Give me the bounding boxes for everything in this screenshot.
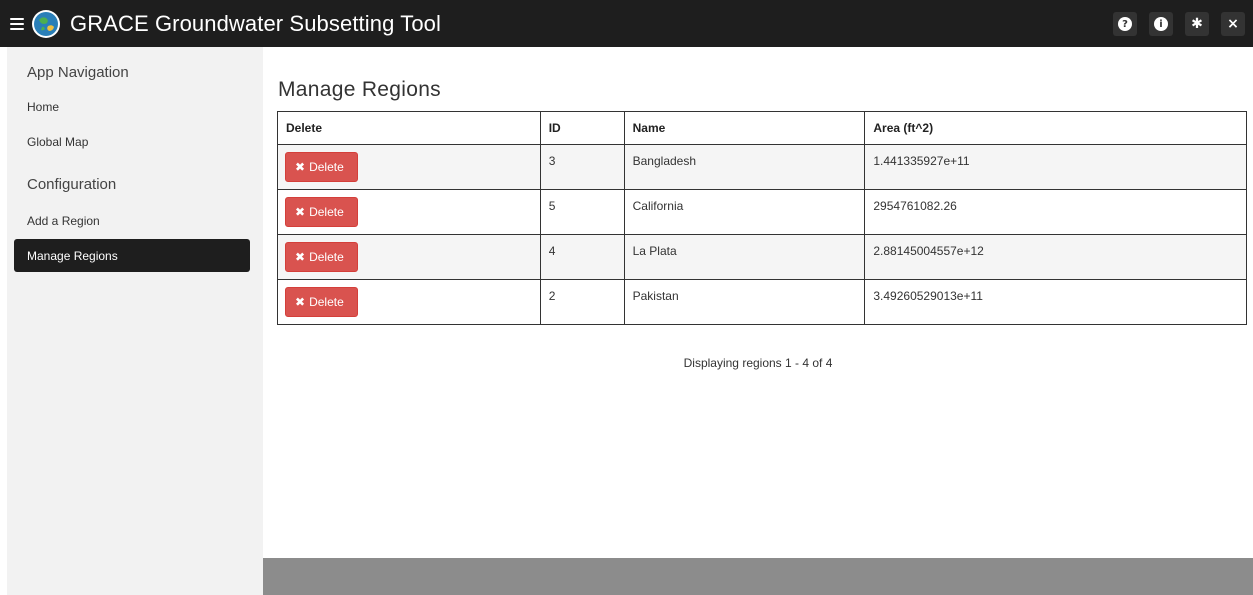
nav-header-configuration: Configuration [27, 176, 117, 193]
delete-cell: ✖ Delete [277, 189, 541, 235]
delete-button[interactable]: ✖ Delete [285, 242, 358, 272]
delete-button-label: Delete [309, 205, 344, 219]
delete-button-label: Delete [309, 295, 344, 309]
delete-button-label: Delete [309, 160, 344, 174]
app-logo-icon [32, 9, 60, 38]
table-row: ✖ Delete 2 Pakistan 3.49260529013e+11 [277, 279, 1247, 325]
app-title: GRACE Groundwater Subsetting Tool [70, 10, 441, 36]
delete-button[interactable]: ✖ Delete [285, 287, 358, 317]
delete-button[interactable]: ✖ Delete [285, 152, 358, 182]
hamburger-menu-icon[interactable] [10, 17, 24, 30]
area-cell: 2.88145004557e+12 [864, 234, 1247, 280]
sidebar: App Navigation Home Global Map Configura… [7, 47, 263, 595]
area-cell: 2954761082.26 [864, 189, 1247, 235]
id-cell: 2 [539, 279, 625, 325]
info-circle-icon: i [1154, 17, 1168, 31]
delete-x-icon: ✖ [295, 295, 306, 309]
id-cell: 3 [539, 144, 625, 190]
delete-button-label: Delete [309, 250, 344, 264]
delete-x-icon: ✖ [295, 160, 306, 174]
delete-x-icon: ✖ [295, 250, 306, 264]
sidebar-item-manage-regions[interactable]: Manage Regions [14, 239, 250, 272]
name-cell: La Plata [623, 234, 866, 280]
sidebar-item-global-map[interactable]: Global Map [27, 135, 88, 149]
column-header-delete: Delete [277, 111, 541, 145]
name-cell: California [623, 189, 866, 235]
id-cell: 5 [539, 189, 625, 235]
column-header-id: ID [539, 111, 625, 145]
table-row: ✖ Delete 3 Bangladesh 1.441335927e+11 [277, 144, 1247, 190]
id-cell: 4 [539, 234, 625, 280]
sidebar-item-add-region[interactable]: Add a Region [27, 214, 100, 228]
page-title: Manage Regions [278, 78, 441, 101]
table-row: ✖ Delete 4 La Plata 2.88145004557e+12 [277, 234, 1247, 280]
name-cell: Pakistan [623, 279, 866, 325]
regions-table: Delete ID Name Area (ft^2) ✖ Delete 3 Ba… [277, 111, 1247, 325]
table-header-row: Delete ID Name Area (ft^2) [277, 111, 1247, 145]
gear-icon: ✱ [1191, 16, 1203, 32]
pagination-status: Displaying regions 1 - 4 of 4 [683, 356, 833, 370]
column-header-name: Name [623, 111, 866, 145]
header-toolbar: ? i ✱ × [1113, 12, 1245, 36]
close-button[interactable]: × [1221, 12, 1245, 36]
app-header: GRACE Groundwater Subsetting Tool ? i ✱ … [0, 0, 1253, 47]
bottom-bar [263, 558, 1253, 595]
close-icon: × [1227, 16, 1239, 32]
info-button[interactable]: i [1149, 12, 1173, 36]
delete-x-icon: ✖ [295, 205, 306, 219]
settings-button[interactable]: ✱ [1185, 12, 1209, 36]
nav-header-app-navigation: App Navigation [27, 64, 129, 81]
sidebar-item-home[interactable]: Home [27, 100, 59, 114]
question-circle-icon: ? [1118, 17, 1132, 31]
area-cell: 3.49260529013e+11 [864, 279, 1247, 325]
delete-cell: ✖ Delete [277, 144, 541, 190]
delete-button[interactable]: ✖ Delete [285, 197, 358, 227]
column-header-area: Area (ft^2) [864, 111, 1247, 145]
help-button[interactable]: ? [1113, 12, 1137, 36]
name-cell: Bangladesh [623, 144, 866, 190]
area-cell: 1.441335927e+11 [864, 144, 1247, 190]
delete-cell: ✖ Delete [277, 279, 541, 325]
delete-cell: ✖ Delete [277, 234, 541, 280]
table-row: ✖ Delete 5 California 2954761082.26 [277, 189, 1247, 235]
